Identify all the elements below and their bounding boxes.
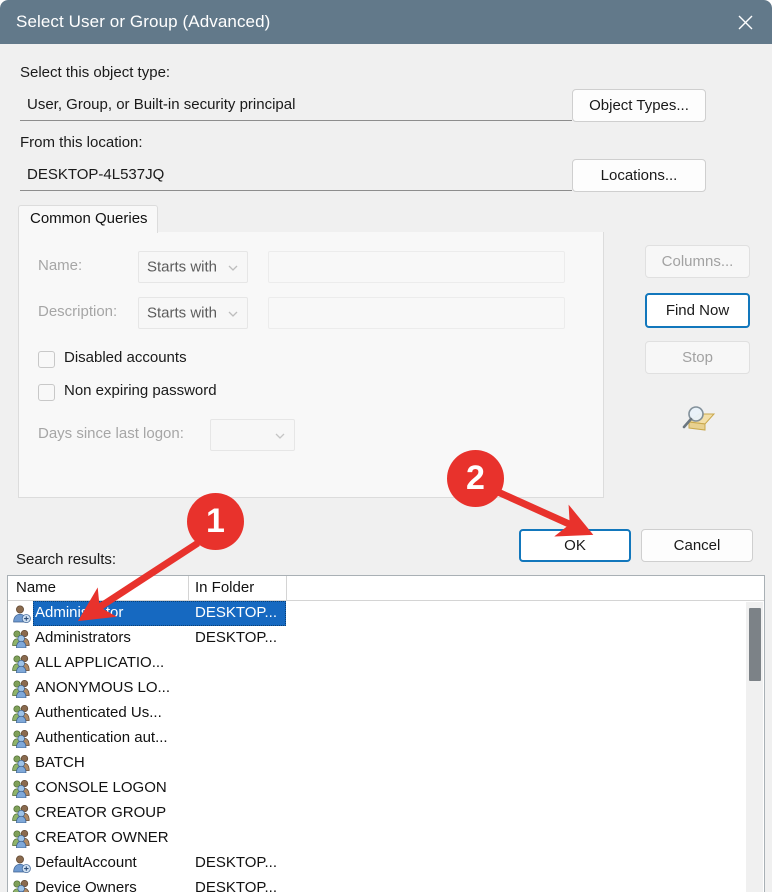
table-row[interactable]: ANONYMOUS LO...: [8, 676, 748, 701]
group-icon: [12, 754, 31, 774]
query-description-label: Description:: [38, 303, 118, 320]
location-label: From this location:: [20, 134, 143, 151]
row-in-folder: DESKTOP...: [195, 629, 277, 646]
group-icon: [12, 629, 31, 649]
row-name: CONSOLE LOGON: [35, 779, 167, 796]
group-icon: [12, 779, 31, 799]
row-name: Administrators: [35, 629, 131, 646]
table-row[interactable]: Device Owners DESKTOP...: [8, 876, 748, 892]
chevron-down-icon: [274, 429, 286, 441]
row-name: ALL APPLICATIO...: [35, 654, 165, 671]
cancel-button[interactable]: Cancel: [641, 529, 753, 562]
column-divider[interactable]: [188, 576, 189, 601]
title-bar: Select User or Group (Advanced): [0, 0, 772, 44]
row-in-folder: DESKTOP...: [195, 604, 277, 621]
table-row[interactable]: Authenticated Us...: [8, 701, 748, 726]
find-now-button[interactable]: Find Now: [645, 293, 750, 328]
row-name: CREATOR GROUP: [35, 804, 167, 821]
window-title: Select User or Group (Advanced): [16, 12, 271, 31]
table-row[interactable]: ALL APPLICATIO...: [8, 651, 748, 676]
group-icon: [12, 879, 31, 892]
column-header-name[interactable]: Name: [16, 579, 56, 596]
row-name: CREATOR OWNER: [35, 829, 169, 846]
group-icon: [12, 679, 31, 699]
column-divider[interactable]: [286, 576, 287, 601]
query-description-operator-value: Starts with: [147, 304, 218, 322]
stop-button[interactable]: Stop: [645, 341, 750, 374]
query-name-operator-combo[interactable]: Starts with: [138, 251, 248, 283]
close-icon: [737, 14, 754, 31]
group-icon: [12, 829, 31, 849]
close-button[interactable]: [718, 0, 772, 44]
query-description-operator-combo[interactable]: Starts with: [138, 297, 248, 329]
table-row[interactable]: BATCH: [8, 751, 748, 776]
group-icon: [12, 804, 31, 824]
table-row[interactable]: Authentication aut...: [8, 726, 748, 751]
annotation-badge-1: 1: [187, 493, 244, 550]
ok-button[interactable]: OK: [519, 529, 631, 562]
result-rows: Administrator DESKTOP... Administrators DES…: [8, 601, 748, 892]
checkbox-label: Non expiring password: [64, 382, 217, 399]
query-name-operator-value: Starts with: [147, 258, 218, 276]
locations-button[interactable]: Locations...: [572, 159, 706, 192]
list-scrollbar[interactable]: [746, 602, 763, 892]
magnifier-folder-icon: [679, 403, 717, 435]
checkbox-box: [38, 384, 55, 401]
annotation-badge-2: 2: [447, 450, 504, 507]
table-row[interactable]: CREATOR GROUP: [8, 801, 748, 826]
location-input[interactable]: [20, 159, 572, 191]
row-name: Administrator: [35, 604, 124, 621]
table-row[interactable]: CONSOLE LOGON: [8, 776, 748, 801]
query-name-input[interactable]: [268, 251, 565, 283]
user-icon: [12, 854, 31, 874]
columns-button[interactable]: Columns...: [645, 245, 750, 278]
checkbox-label: Disabled accounts: [64, 349, 187, 366]
row-name: Authenticated Us...: [35, 704, 162, 721]
chevron-down-icon: [227, 261, 239, 273]
chevron-down-icon: [227, 307, 239, 319]
row-name: ANONYMOUS LO...: [35, 679, 171, 696]
checkbox-box: [38, 351, 55, 368]
object-type-input[interactable]: [20, 89, 572, 121]
row-in-folder: DESKTOP...: [195, 854, 277, 871]
object-types-button[interactable]: Object Types...: [572, 89, 706, 122]
days-since-last-logon-combo[interactable]: [210, 419, 295, 451]
search-results-label: Search results:: [16, 551, 117, 568]
user-icon: [12, 604, 31, 624]
scrollbar-thumb[interactable]: [749, 608, 761, 681]
row-name: DefaultAccount: [35, 854, 137, 871]
select-user-or-group-dialog: Select User or Group (Advanced) Select t…: [0, 0, 772, 892]
row-in-folder: DESKTOP...: [195, 879, 277, 892]
group-icon: [12, 654, 31, 674]
object-type-label: Select this object type:: [20, 64, 171, 81]
table-row[interactable]: CREATOR OWNER: [8, 826, 748, 851]
list-column-header: Name In Folder: [8, 576, 764, 601]
column-header-in-folder[interactable]: In Folder: [195, 579, 254, 596]
search-results-list[interactable]: Name In Folder Administrator DESKTOP... Ad…: [7, 575, 765, 892]
group-icon: [12, 729, 31, 749]
table-row[interactable]: DefaultAccount DESKTOP...: [8, 851, 748, 876]
common-queries-tab-label: Common Queries: [30, 210, 148, 227]
query-description-input[interactable]: [268, 297, 565, 329]
row-name: Device Owners: [35, 879, 137, 892]
group-icon: [12, 704, 31, 724]
days-since-last-logon-label: Days since last logon:: [38, 425, 184, 442]
row-name: Authentication aut...: [35, 729, 168, 746]
table-row[interactable]: Administrators DESKTOP...: [8, 626, 748, 651]
query-name-label: Name:: [38, 257, 83, 274]
row-name: BATCH: [35, 754, 85, 771]
table-row[interactable]: Administrator DESKTOP...: [8, 601, 748, 626]
